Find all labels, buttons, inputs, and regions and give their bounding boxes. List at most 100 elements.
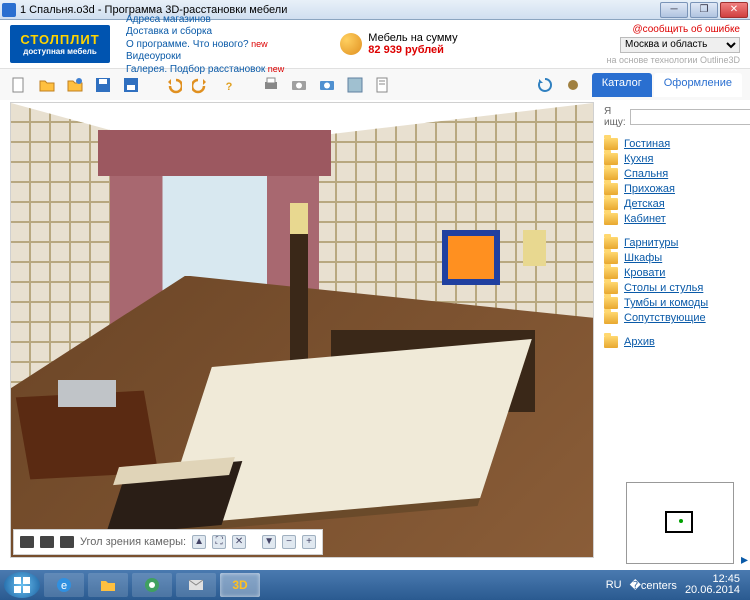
region-select[interactable]: Москва и область (620, 37, 740, 53)
open-file-button[interactable] (36, 74, 58, 96)
logo-subtitle: доступная мебель (23, 47, 97, 56)
brand-logo[interactable]: СТОЛПЛИТ доступная мебель (10, 25, 110, 63)
window-titlebar: 1 Спальня.o3d - Программа 3D-расстановки… (0, 0, 750, 20)
tab-design[interactable]: Оформление (654, 73, 742, 97)
app-header: СТОЛПЛИТ доступная мебель Адреса магазин… (0, 20, 750, 68)
cart-label: Мебель на сумму (368, 32, 457, 44)
open-online-button[interactable] (64, 74, 86, 96)
close-ctrl-button[interactable]: ✕ (232, 535, 246, 549)
folder-icon (604, 312, 618, 324)
minimize-button[interactable]: ─ (660, 2, 688, 18)
folder-icon (604, 282, 618, 294)
print-button[interactable] (260, 74, 282, 96)
category-link[interactable]: Кабинет (624, 213, 666, 225)
category-link[interactable]: Сопутствующие (624, 312, 706, 324)
category-link[interactable]: Спальня (624, 168, 668, 180)
category-list-rooms: Гостиная Кухня Спальня Прихожая Детская Кабин… (604, 134, 742, 229)
minimap-toggle[interactable]: ▸ (741, 551, 748, 568)
tray-lang[interactable]: RU (606, 579, 622, 591)
windows-taskbar: e 3D RU �centers 12:45 20.06.2014 (0, 570, 750, 600)
taskbar-app-3d[interactable]: 3D (220, 573, 260, 597)
panorama-button[interactable] (316, 74, 338, 96)
category-link[interactable]: Кухня (624, 153, 653, 165)
close-button[interactable]: ✕ (720, 2, 748, 18)
coins-icon (340, 33, 362, 55)
category-item[interactable]: Кухня (604, 153, 742, 165)
category-list-archive: Архив (604, 332, 742, 352)
save-online-button[interactable] (120, 74, 142, 96)
new-badge: new (249, 39, 268, 49)
folder-icon (604, 252, 618, 264)
link-delivery[interactable]: Доставка и сборка (126, 26, 284, 37)
minus-button[interactable]: − (282, 535, 296, 549)
start-button[interactable] (4, 572, 40, 598)
scene-render (11, 103, 593, 557)
maximize-button[interactable]: ❐ (690, 2, 718, 18)
view-mode-icon[interactable] (40, 536, 54, 548)
angle-inc-button[interactable]: ▲ (192, 535, 206, 549)
link-addresses[interactable]: Адреса магазинов (126, 14, 284, 25)
category-item[interactable]: Гостиная (604, 138, 742, 150)
cart-summary[interactable]: Мебель на сумму 82 939 рублей (340, 32, 457, 56)
zoom-button[interactable]: ⛶ (212, 535, 226, 549)
link-about[interactable]: О программе. Что нового? (126, 39, 249, 50)
category-link[interactable]: Столы и стулья (624, 282, 703, 294)
category-item[interactable]: Сопутствующие (604, 312, 742, 324)
folder-icon (604, 336, 618, 348)
settings-button[interactable] (562, 74, 584, 96)
view-mode-icon[interactable] (20, 536, 34, 548)
taskbar-app-chrome[interactable] (132, 573, 172, 597)
refresh-button[interactable] (534, 74, 556, 96)
tray-clock[interactable]: 12:45 20.06.2014 (685, 574, 740, 596)
category-item[interactable]: Кабинет (604, 213, 742, 225)
category-item[interactable]: Кровати (604, 267, 742, 279)
svg-text:e: e (61, 580, 67, 592)
category-item[interactable]: Спальня (604, 168, 742, 180)
folder-icon (604, 168, 618, 180)
link-gallery[interactable]: Галерея. Подбор расстановок (126, 64, 265, 75)
logo-text: СТОЛПЛИТ (20, 32, 99, 47)
tray-flag-icon[interactable]: �centers (630, 579, 677, 592)
taskbar-app-explorer[interactable] (88, 573, 128, 597)
category-item[interactable]: Шкафы (604, 252, 742, 264)
link-video[interactable]: Видеоуроки (126, 51, 284, 62)
category-item[interactable]: Тумбы и комоды (604, 297, 742, 309)
angle-dec-button[interactable]: ▼ (262, 535, 276, 549)
help-button[interactable]: ? (218, 74, 240, 96)
taskbar-app-ie[interactable]: e (44, 573, 84, 597)
category-link[interactable]: Детская (624, 198, 665, 210)
minimap-camera-icon (679, 519, 683, 523)
new-file-button[interactable] (8, 74, 30, 96)
3d-viewport[interactable]: Угол зрения камеры: ▲ ⛶ ✕ ▼ − + (10, 102, 594, 558)
export-button[interactable] (344, 74, 366, 96)
save-button[interactable] (92, 74, 114, 96)
app-icon (2, 3, 16, 17)
report-error-link[interactable]: @сообщить об ошибке (632, 24, 740, 35)
category-link[interactable]: Гарнитуры (624, 237, 678, 249)
category-item[interactable]: Прихожая (604, 183, 742, 195)
svg-text:?: ? (226, 81, 233, 93)
category-item[interactable]: Столы и стулья (604, 282, 742, 294)
category-link[interactable]: Прихожая (624, 183, 675, 195)
search-input[interactable] (630, 109, 750, 125)
category-link[interactable]: Архив (624, 336, 655, 348)
undo-button[interactable] (162, 74, 184, 96)
list-button[interactable] (372, 74, 394, 96)
category-item[interactable]: Архив (604, 336, 742, 348)
plus-button[interactable]: + (302, 535, 316, 549)
screenshot-button[interactable] (288, 74, 310, 96)
tab-catalog[interactable]: Каталог (592, 73, 652, 97)
minimap[interactable] (626, 482, 734, 564)
folder-icon (604, 138, 618, 150)
powered-by: на основе технологии Outline3D (607, 55, 740, 65)
taskbar-app-mail[interactable] (176, 573, 216, 597)
category-item[interactable]: Гарнитуры (604, 237, 742, 249)
category-link[interactable]: Кровати (624, 267, 665, 279)
redo-button[interactable] (190, 74, 212, 96)
category-item[interactable]: Детская (604, 198, 742, 210)
category-link[interactable]: Гостиная (624, 138, 670, 150)
folder-icon (604, 213, 618, 225)
category-link[interactable]: Тумбы и комоды (624, 297, 708, 309)
category-link[interactable]: Шкафы (624, 252, 662, 264)
view-mode-icon[interactable] (60, 536, 74, 548)
